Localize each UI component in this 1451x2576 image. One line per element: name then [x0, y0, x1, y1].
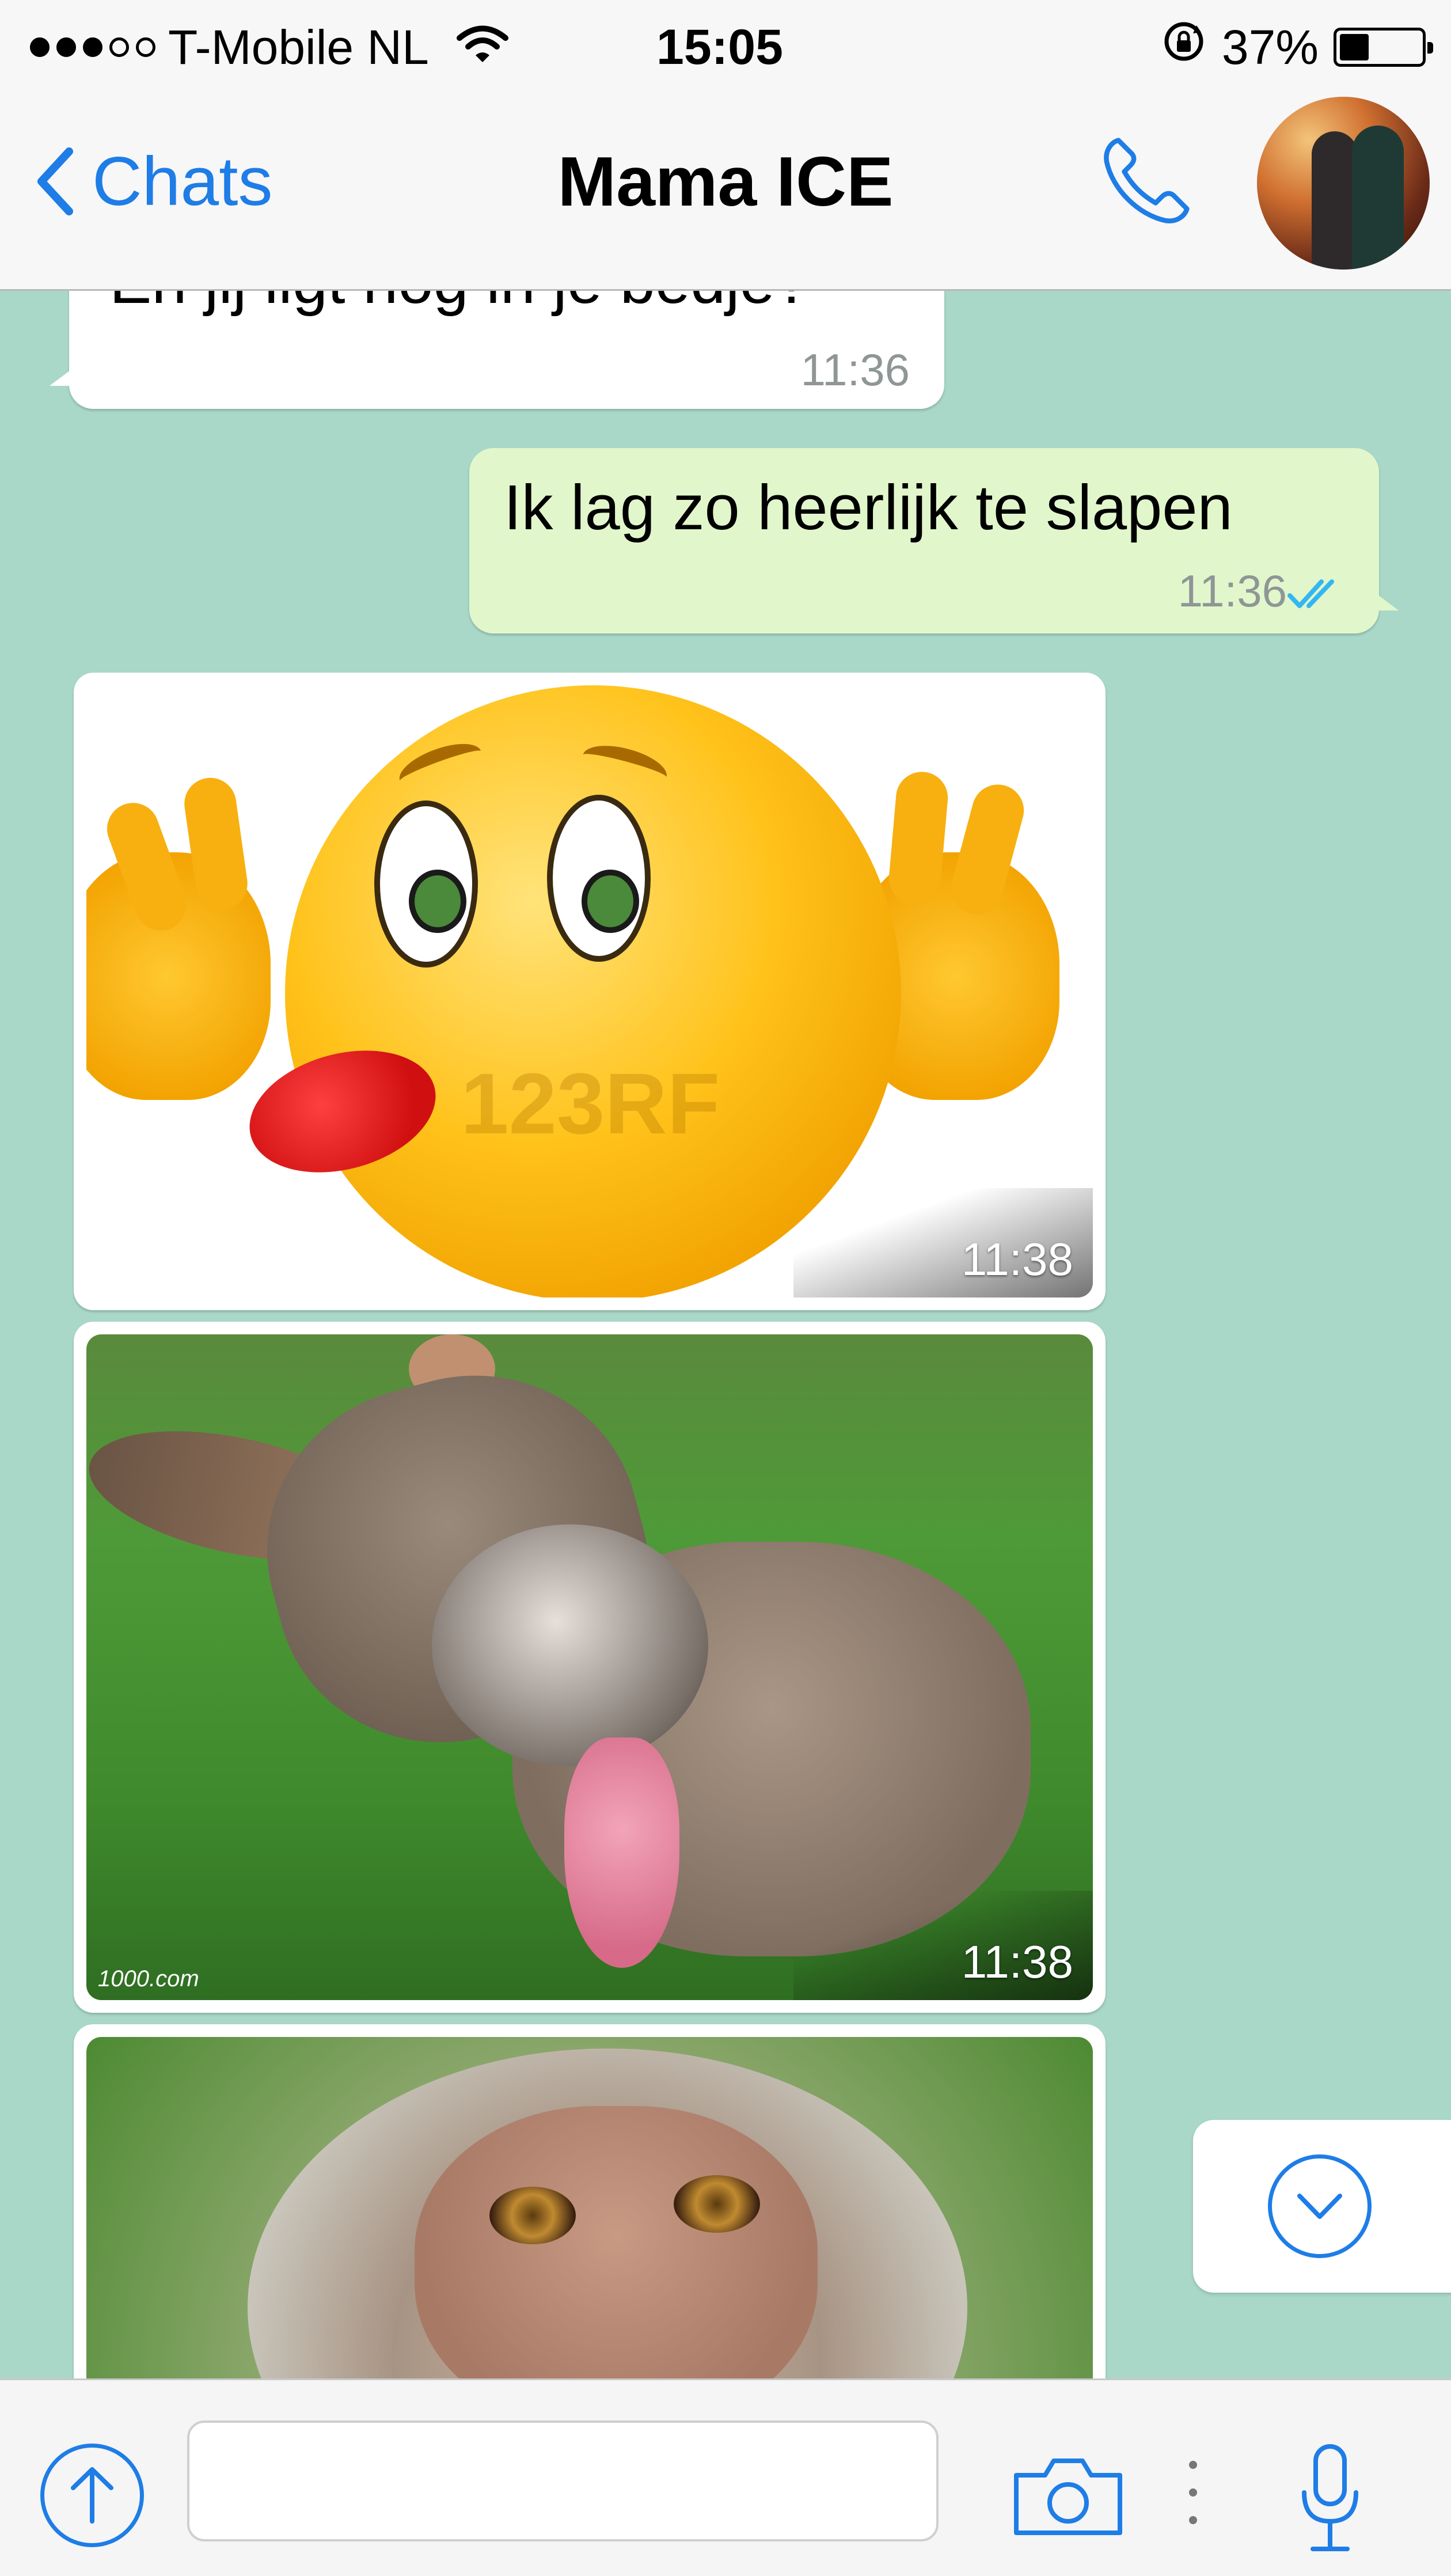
- message-text: En jij ligt nog in je bedje?: [109, 291, 810, 318]
- status-bar: T-Mobile NL 15:05 37%: [0, 0, 1451, 92]
- image-watermark: 123RF: [461, 1055, 720, 1152]
- message-time: 11:38: [961, 1936, 1073, 1987]
- message-bubble-incoming[interactable]: En jij ligt nog in je bedje? 11:36: [50, 291, 944, 409]
- carrier-name: T-Mobile NL: [168, 20, 429, 74]
- status-right: 37%: [1161, 18, 1433, 76]
- microphone-button[interactable]: [1284, 2435, 1376, 2562]
- signal-strength-icon: [30, 37, 155, 57]
- toolbar-separator: [1189, 2461, 1197, 2524]
- chat-messages[interactable]: En jij ligt nog in je bedje? 11:36 Ik la…: [0, 291, 1451, 2378]
- contact-avatar[interactable]: [1257, 97, 1430, 270]
- call-button[interactable]: [1094, 135, 1198, 227]
- message-time: 11:36: [1177, 566, 1287, 616]
- wifi-icon: [456, 20, 508, 75]
- phone-icon: [1104, 138, 1190, 223]
- double-check-icon: [1287, 579, 1334, 608]
- battery-icon: [1334, 28, 1433, 67]
- scroll-to-bottom-button[interactable]: [1193, 2120, 1451, 2293]
- emoji-image: 123RF 11:38: [86, 685, 1093, 1298]
- chat-title[interactable]: Mama ICE: [0, 135, 1451, 227]
- image-message[interactable]: 1000.com 11:38: [74, 1322, 1106, 2013]
- battery-level-fill: [1340, 34, 1369, 60]
- image-message[interactable]: 123RF 11:38: [74, 673, 1106, 1310]
- status-time: 15:05: [656, 20, 783, 75]
- rotation-lock-icon: [1161, 18, 1207, 76]
- arrow-up-icon: [71, 2467, 113, 2524]
- microphone-icon: [1302, 2444, 1358, 2551]
- camera-icon: [1014, 2459, 1122, 2535]
- image-credit: 1000.com: [98, 1966, 199, 1991]
- donkey-image: 1000.com 11:38: [86, 1334, 1093, 2000]
- navigation-bar: Chats Mama ICE: [0, 92, 1451, 291]
- message-time: 11:38: [961, 1234, 1073, 1285]
- image-message[interactable]: [74, 2024, 1106, 2378]
- message-text: Ik lag zo heerlijk te slapen: [504, 472, 1233, 543]
- camera-button[interactable]: [1008, 2444, 1129, 2547]
- input-bar: [0, 2378, 1451, 2576]
- chevron-down-circle-icon: [1268, 2154, 1372, 2258]
- top-bar: T-Mobile NL 15:05 37% Chats Mama ICE: [0, 0, 1451, 291]
- battery-percent: 37%: [1221, 20, 1319, 74]
- carrier-info: T-Mobile NL: [30, 18, 508, 76]
- monkey-image: [86, 2037, 1093, 2378]
- attach-button[interactable]: [40, 2444, 144, 2547]
- message-bubble-outgoing[interactable]: Ik lag zo heerlijk te slapen 11:36: [469, 448, 1399, 633]
- message-time: 11:36: [800, 344, 910, 395]
- message-input[interactable]: [187, 2421, 939, 2541]
